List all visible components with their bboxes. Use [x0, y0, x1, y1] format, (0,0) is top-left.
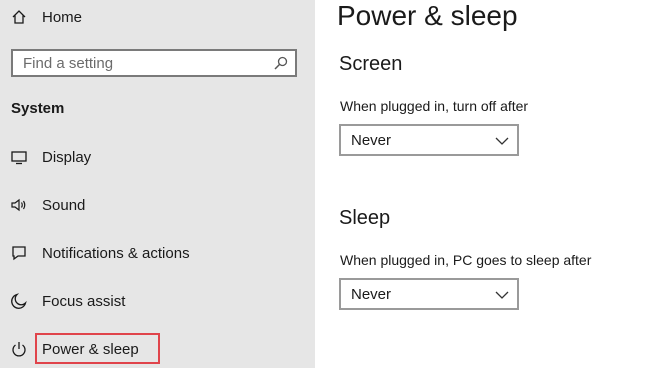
sidebar-item-label: Notifications & actions — [42, 244, 190, 262]
sidebar-item-sound[interactable]: Sound — [0, 185, 315, 225]
section-heading-system: System — [11, 100, 65, 117]
notification-icon — [9, 243, 29, 263]
sidebar-item-home[interactable]: Home — [0, 0, 315, 37]
sidebar-item-display[interactable]: Display — [0, 137, 315, 177]
speaker-icon — [9, 195, 29, 215]
sidebar-item-label: Home — [42, 8, 83, 26]
highlight-box — [35, 333, 160, 364]
sidebar-item-label: Focus assist — [42, 292, 126, 310]
sidebar-item-label: Display — [42, 148, 92, 166]
sleep-field-label: When plugged in, PC goes to sleep after — [340, 252, 592, 268]
sleep-heading: Sleep — [339, 207, 391, 229]
screen-timeout-dropdown[interactable]: Never — [339, 124, 519, 156]
search-input[interactable]: Find a setting — [11, 49, 297, 77]
chevron-down-icon — [495, 134, 509, 146]
sleep-timeout-dropdown[interactable]: Never — [339, 278, 519, 310]
sidebar-item-notifications[interactable]: Notifications & actions — [0, 233, 315, 273]
sidebar-item-label: Sound — [42, 196, 86, 214]
search-icon[interactable] — [273, 55, 289, 71]
dropdown-value: Never — [351, 132, 392, 149]
screen-field-label: When plugged in, turn off after — [340, 98, 529, 114]
screen-heading: Screen — [339, 53, 403, 75]
chevron-down-icon — [495, 288, 509, 300]
home-icon — [9, 7, 29, 27]
sidebar-item-focus-assist[interactable]: Focus assist — [0, 281, 315, 321]
power-icon — [9, 339, 29, 359]
page-title: Power & sleep — [337, 0, 518, 31]
search-placeholder: Find a setting — [23, 55, 114, 72]
moon-icon — [9, 291, 29, 311]
dropdown-value: Never — [351, 286, 392, 303]
display-icon — [9, 147, 29, 167]
sidebar: Home Find a setting System Display Sound… — [0, 0, 315, 368]
